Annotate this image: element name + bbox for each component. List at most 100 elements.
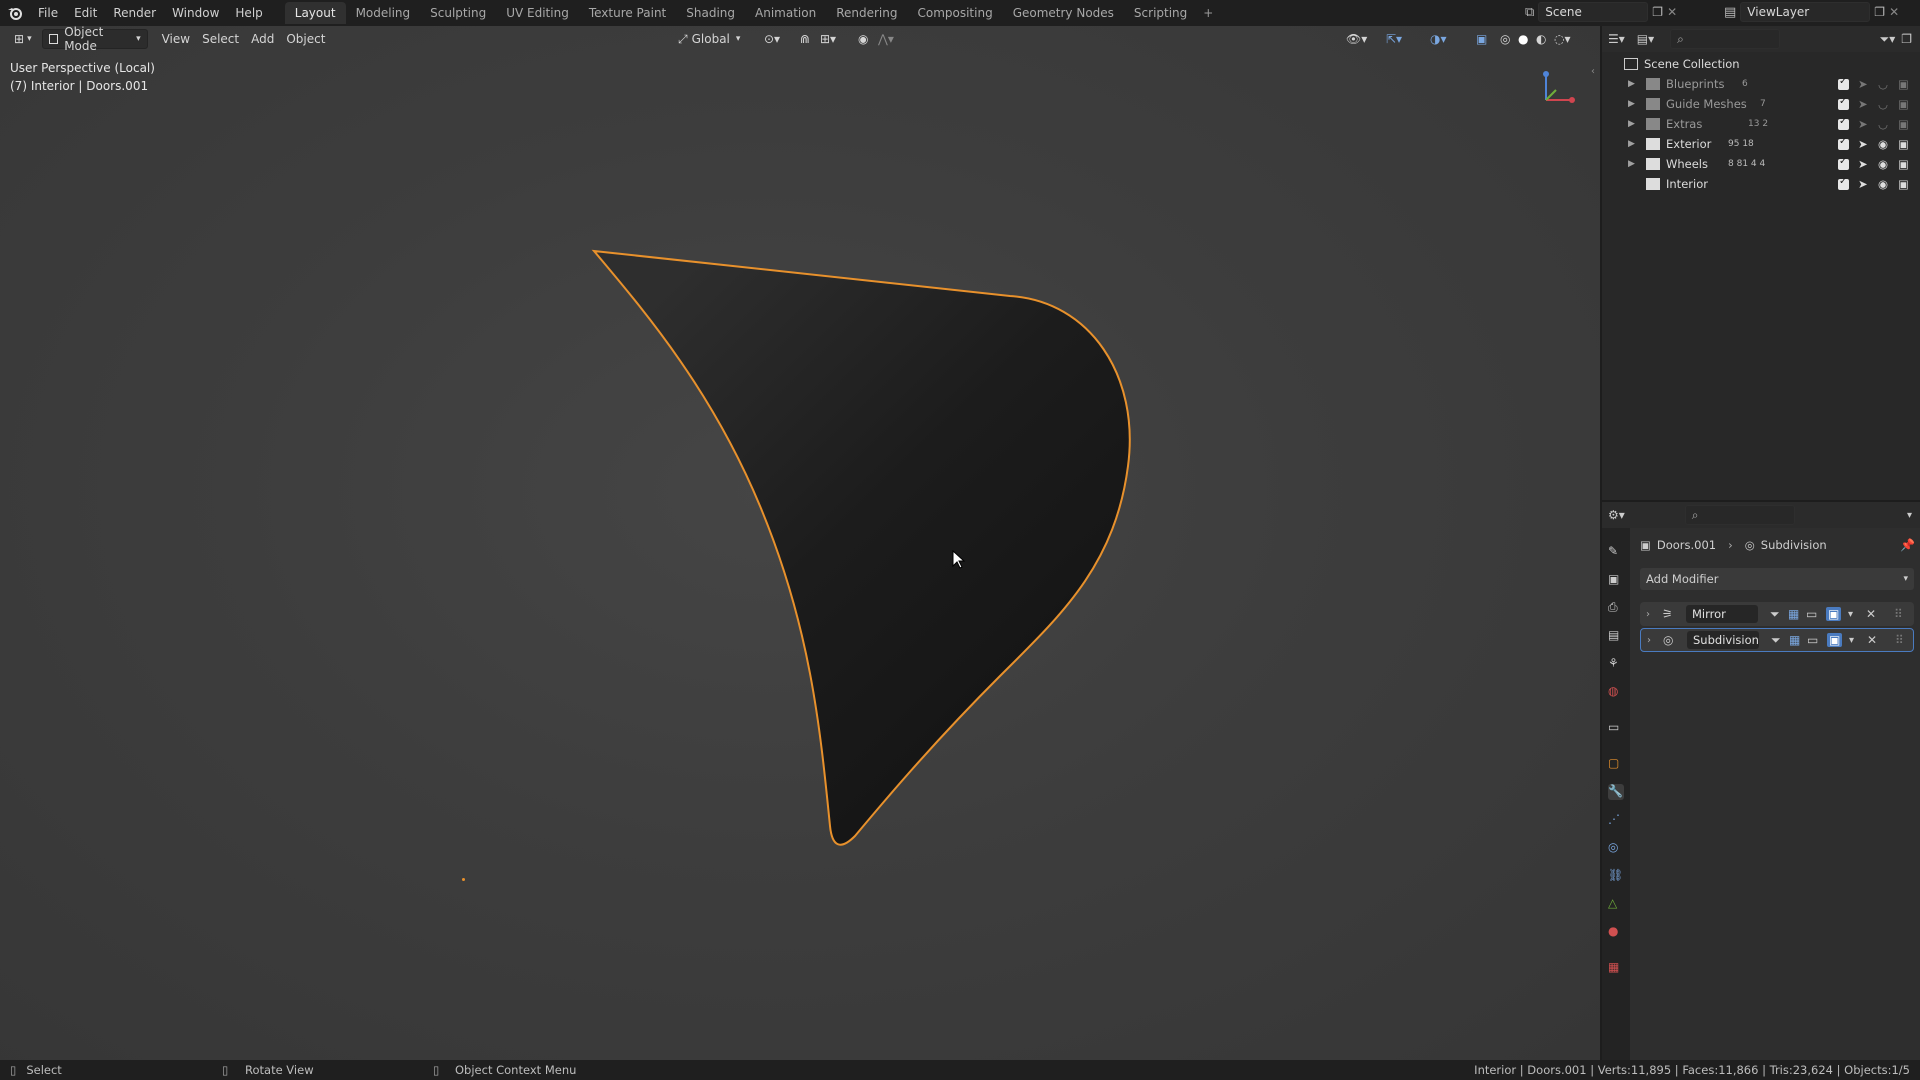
- realtime-display-icon[interactable]: ▭: [1806, 607, 1817, 621]
- object-tab-icon[interactable]: ▢: [1608, 756, 1624, 772]
- menu-edit[interactable]: Edit: [66, 2, 105, 24]
- add-modifier-dropdown[interactable]: Add Modifier ▾: [1640, 568, 1914, 590]
- hide-icon[interactable]: ◡: [1878, 77, 1888, 91]
- scene-icon[interactable]: ⧉: [1525, 5, 1534, 20]
- outliner-search-input[interactable]: ⌕: [1670, 29, 1781, 49]
- tab-sculpting[interactable]: Sculpting: [420, 2, 496, 24]
- menu-help[interactable]: Help: [227, 2, 270, 24]
- menu-file[interactable]: File: [30, 2, 66, 24]
- expand-arrow-icon[interactable]: ▶: [1628, 139, 1635, 149]
- camera-icon[interactable]: ▣: [1898, 177, 1909, 191]
- new-collection-icon[interactable]: ❐: [1901, 32, 1912, 46]
- eye-icon[interactable]: ◉: [1878, 177, 1888, 191]
- eye-icon[interactable]: ◉: [1878, 157, 1888, 171]
- cage-icon[interactable]: ▦: [1788, 607, 1799, 621]
- output-tab-icon[interactable]: ⎙: [1608, 600, 1624, 616]
- modifier-options-icon[interactable]: ▾: [1848, 609, 1853, 620]
- physics-tab-icon[interactable]: ◎: [1608, 840, 1624, 856]
- camera-icon[interactable]: ▣: [1898, 137, 1909, 151]
- selected-mesh-doors[interactable]: [0, 26, 1600, 1060]
- render-tab-icon[interactable]: ▣: [1608, 572, 1624, 588]
- delete-view-layer-icon[interactable]: ✕: [1889, 5, 1899, 19]
- texture-tab-icon[interactable]: ▦: [1608, 960, 1624, 976]
- properties-editor-type-icon[interactable]: ⚙▾: [1608, 508, 1625, 522]
- remove-modifier-icon[interactable]: ✕: [1866, 607, 1876, 621]
- render-toggle-icon[interactable]: ▣: [1827, 633, 1843, 647]
- eye-icon[interactable]: ◉: [1878, 137, 1888, 151]
- data-tab-icon[interactable]: △: [1608, 896, 1624, 912]
- outliner-row-blueprints[interactable]: ▶ Blueprints 6 ➤ ◡ ▣: [1602, 74, 1920, 94]
- view-layer-tab-icon[interactable]: ▤: [1608, 628, 1624, 644]
- modifier-tab-icon[interactable]: 🔧: [1608, 784, 1624, 800]
- filter-icon[interactable]: ⏷▾: [1880, 32, 1896, 47]
- selectable-icon[interactable]: ➤: [1858, 117, 1868, 131]
- modifier-name-field[interactable]: Mirror: [1686, 605, 1758, 623]
- realtime-display-icon[interactable]: ▭: [1807, 633, 1818, 647]
- add-workspace-icon[interactable]: +: [1197, 2, 1219, 24]
- menu-window[interactable]: Window: [164, 2, 227, 24]
- exclude-checkbox[interactable]: [1838, 76, 1849, 90]
- hide-icon[interactable]: ◡: [1878, 97, 1888, 111]
- new-view-layer-icon[interactable]: ❐: [1874, 5, 1885, 19]
- collection-tab-icon[interactable]: ▭: [1608, 720, 1624, 736]
- tab-animation[interactable]: Animation: [745, 2, 826, 24]
- particles-tab-icon[interactable]: ⋰: [1608, 812, 1624, 828]
- expand-arrow-icon[interactable]: ▶: [1628, 99, 1635, 109]
- render-icon[interactable]: ▣: [1898, 97, 1909, 111]
- outliner-row-wheels[interactable]: ▶ Wheels 8 81 4 4 ➤ ◉ ▣: [1602, 154, 1920, 174]
- edit-mode-icon[interactable]: ⏷: [1771, 633, 1781, 648]
- outliner-row-guide-meshes[interactable]: ▶ Guide Meshes 7 ➤ ◡ ▣: [1602, 94, 1920, 114]
- selectable-icon[interactable]: ➤: [1858, 97, 1868, 111]
- world-tab-icon[interactable]: ◍: [1608, 684, 1624, 700]
- outliner-row-extras[interactable]: ▶ Extras 13 2 ➤ ◡ ▣: [1602, 114, 1920, 134]
- render-icon[interactable]: ▣: [1898, 77, 1909, 91]
- modifier-panel-mirror[interactable]: › ⚞ Mirror ⏷ ▦ ▭ ▣ ▾ ✕ ⠿: [1640, 602, 1914, 626]
- scene-tab-icon[interactable]: ⚘: [1608, 656, 1624, 672]
- render-icon[interactable]: ▣: [1898, 117, 1909, 131]
- tab-shading[interactable]: Shading: [676, 2, 745, 24]
- outliner-row-interior[interactable]: Interior ➤ ◉ ▣: [1602, 174, 1920, 194]
- modifier-name-field[interactable]: Subdivision: [1687, 631, 1759, 649]
- exclude-checkbox[interactable]: [1838, 156, 1849, 170]
- view-layer-field[interactable]: ViewLayer: [1740, 2, 1871, 22]
- view-layer-icon[interactable]: ▤: [1724, 5, 1736, 20]
- edit-mode-icon[interactable]: ⏷: [1770, 607, 1780, 622]
- exclude-checkbox[interactable]: [1838, 136, 1849, 150]
- tab-uv-editing[interactable]: UV Editing: [496, 2, 579, 24]
- selectable-icon[interactable]: ➤: [1858, 77, 1868, 91]
- menu-render[interactable]: Render: [105, 2, 164, 24]
- selectable-icon[interactable]: ➤: [1858, 137, 1868, 151]
- tab-compositing[interactable]: Compositing: [907, 2, 1002, 24]
- chevron-right-icon[interactable]: ›: [1647, 635, 1651, 646]
- selectable-icon[interactable]: ➤: [1858, 157, 1868, 171]
- expand-arrow-icon[interactable]: ▶: [1628, 119, 1635, 129]
- tab-geometry-nodes[interactable]: Geometry Nodes: [1003, 2, 1124, 24]
- expand-arrow-icon[interactable]: ▶: [1628, 79, 1635, 89]
- tab-scripting[interactable]: Scripting: [1124, 2, 1197, 24]
- modifier-panel-subdivision[interactable]: › ◎ Subdivision ⏷ ▦ ▭ ▣ ▾ ✕ ⠿: [1640, 628, 1914, 652]
- exclude-checkbox[interactable]: [1838, 96, 1849, 110]
- outliner-row-exterior[interactable]: ▶ Exterior 95 18 ➤ ◉ ▣: [1602, 134, 1920, 154]
- render-toggle-icon[interactable]: ▣: [1826, 607, 1842, 621]
- tool-tab-icon[interactable]: ✎: [1608, 544, 1624, 560]
- drag-handle-icon[interactable]: ⠿: [1894, 607, 1903, 621]
- display-mode-icon[interactable]: ▤▾: [1637, 32, 1654, 46]
- tab-modeling[interactable]: Modeling: [346, 2, 421, 24]
- modifier-options-icon[interactable]: ▾: [1849, 635, 1854, 646]
- pin-icon[interactable]: 📌: [1900, 538, 1915, 552]
- exclude-checkbox[interactable]: [1838, 176, 1849, 190]
- chevron-right-icon[interactable]: ›: [1646, 609, 1650, 620]
- remove-modifier-icon[interactable]: ✕: [1867, 633, 1877, 647]
- outliner-editor-type-icon[interactable]: ☰▾: [1608, 32, 1625, 46]
- tab-layout[interactable]: Layout: [284, 2, 346, 24]
- new-scene-icon[interactable]: ❐: [1652, 5, 1663, 19]
- delete-scene-icon[interactable]: ✕: [1667, 5, 1677, 19]
- camera-icon[interactable]: ▣: [1898, 157, 1909, 171]
- material-tab-icon[interactable]: ●: [1608, 924, 1624, 940]
- tab-rendering[interactable]: Rendering: [826, 2, 907, 24]
- expand-arrow-icon[interactable]: ▶: [1628, 159, 1635, 169]
- drag-handle-icon[interactable]: ⠿: [1895, 633, 1904, 647]
- scene-name-field[interactable]: Scene: [1538, 2, 1649, 22]
- properties-search-input[interactable]: ⌕: [1684, 505, 1795, 525]
- cage-icon[interactable]: ▦: [1789, 633, 1800, 647]
